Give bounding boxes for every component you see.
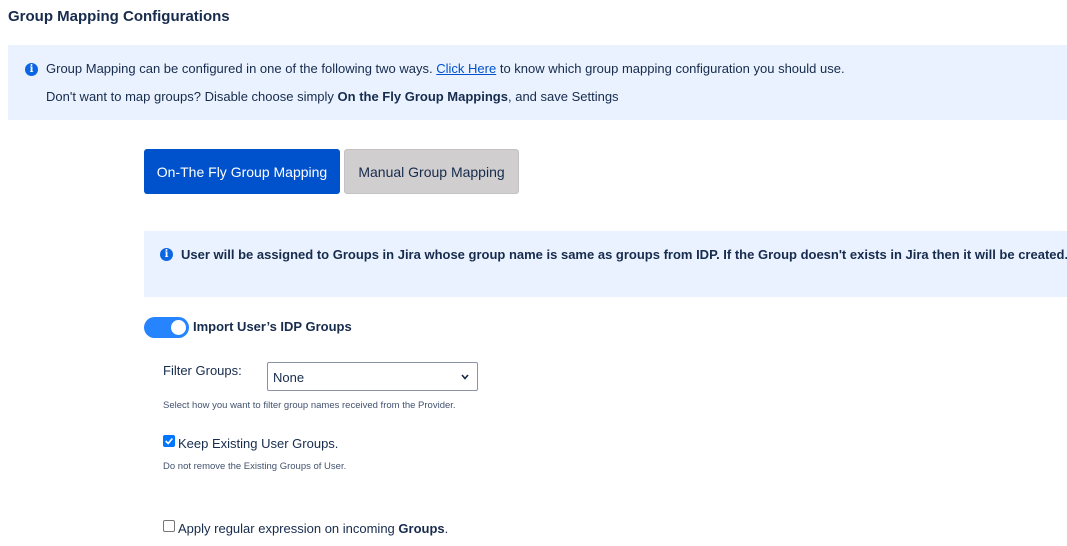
toggle-knob <box>171 320 186 335</box>
info-icon: i <box>25 63 38 76</box>
on-the-fly-note: i User will be assigned to Groups in Jir… <box>144 231 1067 297</box>
banner-line-2: Don't want to map groups? Disable choose… <box>46 89 619 104</box>
regex-checkbox[interactable] <box>163 520 175 532</box>
import-groups-label: Import User’s IDP Groups <box>193 319 352 334</box>
check-icon <box>165 437 173 445</box>
banner-line-1-prefix: Group Mapping can be configured in one o… <box>46 61 433 76</box>
filter-groups-hint: Select how you want to filter group name… <box>163 400 456 411</box>
note-info-icon: i <box>160 248 173 261</box>
on-the-fly-mapping-button[interactable]: On-The Fly Group Mapping <box>144 149 340 194</box>
page-title: Group Mapping Configurations <box>8 8 230 25</box>
filter-groups-value: None <box>273 370 305 385</box>
filter-groups-label: Filter Groups: <box>163 363 242 378</box>
banner-line-1: Group Mapping can be configured in one o… <box>46 61 845 76</box>
banner-line-2-prefix: Don't want to map groups? Disable choose… <box>46 89 334 104</box>
regex-label-suffix: . <box>444 521 449 536</box>
keep-existing-checkbox[interactable] <box>163 435 175 447</box>
manual-mapping-button[interactable]: Manual Group Mapping <box>344 149 519 194</box>
banner-line-2-bold: On the Fly Group Mappings <box>337 89 508 104</box>
import-groups-toggle[interactable] <box>144 317 189 338</box>
info-banner: i Group Mapping can be configured in one… <box>8 45 1067 120</box>
keep-existing-label: Keep Existing User Groups. <box>178 436 339 451</box>
banner-line-2-suffix: , and save Settings <box>507 89 619 104</box>
note-text: User will be assigned to Groups in Jira … <box>181 247 1067 262</box>
banner-line-1-suffix: to know which group mapping configuratio… <box>499 61 845 76</box>
filter-groups-select[interactable]: None <box>267 362 478 391</box>
regex-label-bold: Groups <box>398 521 445 536</box>
regex-label: Apply regular expression on incoming Gro… <box>178 521 448 536</box>
click-here-link[interactable]: Click Here <box>436 61 496 76</box>
regex-label-prefix: Apply regular expression on incoming <box>178 521 395 536</box>
keep-existing-hint: Do not remove the Existing Groups of Use… <box>163 461 347 472</box>
chevron-down-icon <box>461 374 469 380</box>
